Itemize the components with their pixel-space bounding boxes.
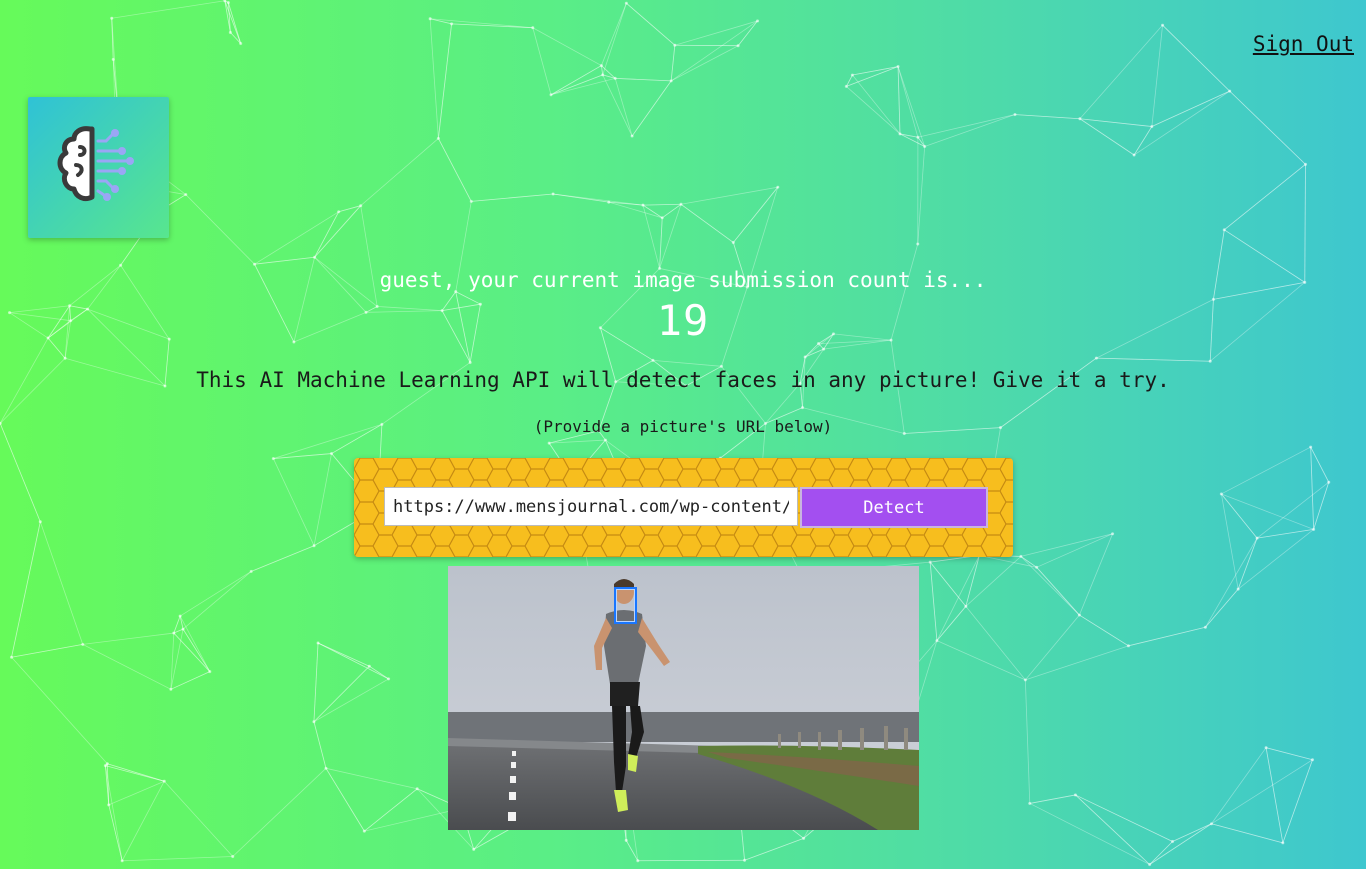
sign-out-link[interactable]: Sign Out bbox=[1253, 32, 1354, 56]
url-hint: (Provide a picture's URL below) bbox=[533, 417, 833, 436]
face-bounding-box bbox=[614, 587, 637, 624]
url-form-panel: Detect bbox=[354, 458, 1013, 557]
submission-count-label: guest, your current image submission cou… bbox=[379, 268, 987, 292]
runner-photo bbox=[448, 566, 919, 830]
image-url-input[interactable] bbox=[384, 487, 798, 526]
detect-button[interactable]: Detect bbox=[800, 487, 988, 528]
submission-count-value: 19 bbox=[656, 296, 710, 345]
submitted-image bbox=[448, 566, 919, 830]
app-logo[interactable] bbox=[28, 97, 169, 238]
brain-circuit-icon bbox=[57, 126, 134, 202]
page-headline: This AI Machine Learning API will detect… bbox=[196, 368, 1170, 392]
